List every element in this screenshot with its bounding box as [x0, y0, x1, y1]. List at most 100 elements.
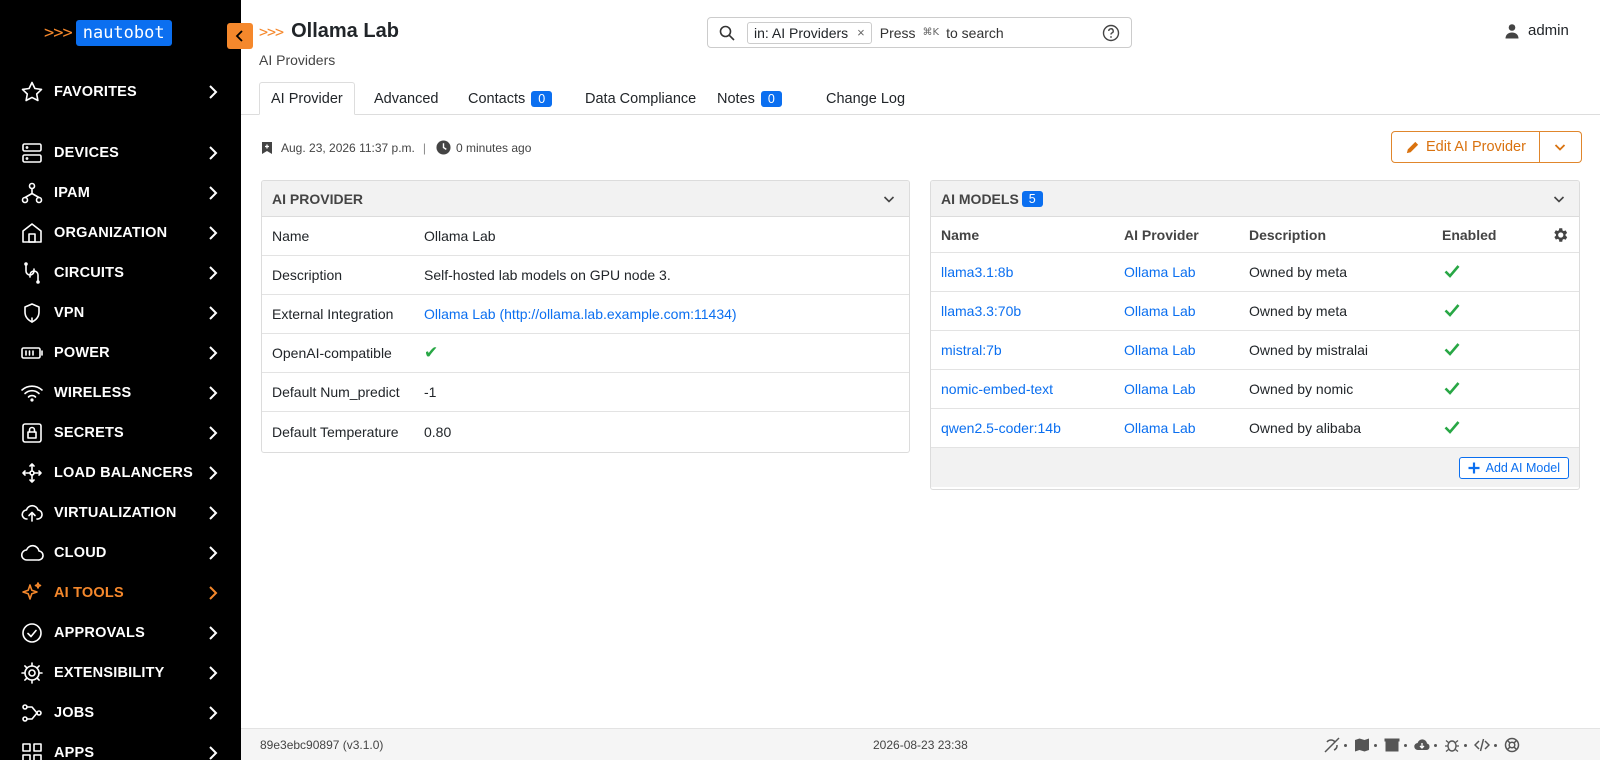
sidebar-item-vpn[interactable]: VPN: [0, 293, 241, 333]
column-header-name[interactable]: Name: [931, 227, 1124, 243]
tab-label: Advanced: [374, 90, 439, 107]
version-info[interactable]: 89e3ebc90897 (v3.1.0): [260, 738, 383, 752]
footer-dot: [1494, 744, 1497, 747]
sidebar-item-label: CIRCUITS: [54, 265, 125, 281]
model-provider-link[interactable]: Ollama Lab: [1124, 303, 1249, 319]
table-config-gear-icon[interactable]: [1551, 226, 1569, 244]
sidebar-item-load-balancers[interactable]: LOAD BALANCERS: [0, 453, 241, 493]
search-scope-chip[interactable]: in: AI Providers ×: [747, 21, 872, 44]
tab-change-log[interactable]: Change Log: [815, 82, 916, 115]
chevron-right-icon: [209, 426, 218, 440]
edit-dropdown-toggle[interactable]: [1539, 131, 1582, 163]
check-circle-icon: [22, 623, 42, 643]
sidebar-item-label: AI TOOLS: [54, 585, 124, 601]
edit-button-group: Edit AI Provider: [1391, 131, 1582, 163]
footer-dot: [1374, 744, 1377, 747]
search-shortcut: ⌘K: [922, 27, 940, 38]
edit-ai-provider-button[interactable]: Edit AI Provider: [1391, 131, 1540, 163]
model-name-link[interactable]: llama3.1:8b: [931, 264, 1124, 280]
nautobot-logo[interactable]: >>> nautobot: [44, 20, 172, 46]
sidebar-item-circuits[interactable]: CIRCUITS: [0, 253, 241, 293]
column-header-description[interactable]: Description: [1249, 227, 1442, 243]
model-provider-link[interactable]: Ollama Lab: [1124, 342, 1249, 358]
model-name-link[interactable]: mistral:7b: [931, 342, 1124, 358]
api-icon[interactable]: [1384, 737, 1400, 753]
detail-key: Description: [272, 267, 343, 283]
table-row: llama3.1:8b Ollama Lab Owned by meta: [931, 253, 1579, 292]
panel-footer: Add AI Model: [931, 448, 1579, 487]
chevron-down-icon[interactable]: [1553, 193, 1565, 205]
breadcrumb-ai-providers[interactable]: AI Providers: [259, 52, 335, 68]
detail-value: Ollama Lab: [424, 228, 496, 244]
tab-contacts[interactable]: Contacts 0: [457, 82, 563, 115]
model-provider-link[interactable]: Ollama Lab: [1124, 264, 1249, 280]
sidebar-item-label: EXTENSIBILITY: [54, 665, 165, 681]
column-header-provider[interactable]: AI Provider: [1124, 227, 1249, 243]
sidebar-item-jobs[interactable]: JOBS: [0, 693, 241, 733]
footer-dot: [1344, 744, 1347, 747]
search-bar[interactable]: in: AI Providers × Press ⌘K to search: [707, 17, 1132, 48]
bug-icon[interactable]: [1444, 737, 1460, 753]
add-ai-model-button[interactable]: Add AI Model: [1458, 457, 1569, 479]
model-description: Owned by meta: [1249, 303, 1348, 319]
sidebar-item-devices[interactable]: DEVICES: [0, 133, 241, 173]
circuit-icon: [24, 262, 40, 284]
model-name-link[interactable]: nomic-embed-text: [931, 381, 1124, 397]
tab-ai-provider[interactable]: AI Provider: [259, 82, 355, 115]
sidebar-item-cloud[interactable]: CLOUD: [0, 533, 241, 573]
sidebar-item-apps[interactable]: APPS: [0, 733, 241, 760]
page-title: Ollama Lab: [291, 20, 399, 42]
sidebar-item-label: IPAM: [54, 185, 90, 201]
sidebar-item-virtualization[interactable]: VIRTUALIZATION: [0, 493, 241, 533]
tab-bar: AI Provider Advanced Contacts 0 Data Comp…: [241, 82, 1600, 115]
sidebar-item-ipam[interactable]: IPAM: [0, 173, 241, 213]
theme-toggle-icon[interactable]: [1324, 737, 1340, 753]
sidebar-item-ai-tools[interactable]: AI TOOLS: [0, 573, 241, 613]
help-icon[interactable]: [1102, 24, 1120, 42]
sidebar-item-approvals[interactable]: APPROVALS: [0, 613, 241, 653]
models-count-badge: 5: [1021, 190, 1043, 207]
chevron-right-icon: [209, 346, 218, 360]
sidebar-item-power[interactable]: POWER: [0, 333, 241, 373]
panel-header[interactable]: AI MODELS 5: [931, 181, 1579, 217]
model-provider-link[interactable]: Ollama Lab: [1124, 420, 1249, 436]
building-icon: [22, 223, 42, 243]
sidebar-item-extensibility[interactable]: EXTENSIBILITY: [0, 653, 241, 693]
sidebar-item-organization[interactable]: ORGANIZATION: [0, 213, 241, 253]
table-header: Name AI Provider Description Enabled: [931, 217, 1579, 253]
model-description: Owned by mistralai: [1249, 342, 1369, 358]
model-name-link[interactable]: qwen2.5-coder:14b: [931, 420, 1124, 436]
breadcrumb[interactable]: AI Providers: [259, 52, 335, 68]
check-icon: ✔: [424, 343, 439, 363]
detail-key: Name: [272, 228, 310, 244]
panel-header[interactable]: AI PROVIDER: [262, 181, 909, 217]
wifi-icon: [21, 385, 43, 402]
tab-advanced[interactable]: Advanced: [363, 82, 450, 115]
help-lifebuoy-icon[interactable]: [1504, 737, 1520, 753]
tab-label: AI Provider: [271, 90, 343, 107]
detail-key: Default Temperature: [272, 423, 399, 440]
docs-icon[interactable]: [1354, 737, 1370, 753]
chip-close-icon[interactable]: ×: [857, 25, 865, 40]
model-name-link[interactable]: llama3.3:70b: [931, 303, 1124, 319]
sidebar-item-favorites[interactable]: FAVORITES: [0, 72, 241, 112]
tab-data-compliance[interactable]: Data Compliance: [574, 82, 707, 115]
tab-notes[interactable]: Notes 0: [706, 82, 793, 115]
code-icon[interactable]: [1474, 737, 1490, 753]
detail-value: -1: [424, 384, 437, 400]
cloud-download-icon[interactable]: [1414, 737, 1430, 753]
chevron-down-icon[interactable]: [883, 193, 895, 205]
sidebar-item-secrets[interactable]: SECRETS: [0, 413, 241, 453]
user-menu[interactable]: admin: [1504, 22, 1569, 39]
chevron-right-icon: [209, 146, 218, 160]
sidebar-collapse-button[interactable]: [227, 23, 253, 49]
sidebar-item-wireless[interactable]: WIRELESS: [0, 373, 241, 413]
chevron-right-icon: [209, 666, 218, 680]
enabled-check-icon: [1442, 381, 1522, 398]
external-integration-link[interactable]: Ollama Lab (http://ollama.lab.example.co…: [424, 306, 737, 322]
server-time: 2026-08-23 23:38: [873, 738, 968, 752]
model-provider-link[interactable]: Ollama Lab: [1124, 381, 1249, 397]
column-header-enabled[interactable]: Enabled: [1442, 227, 1522, 243]
apps-grid-icon: [22, 743, 42, 760]
logo-text: nautobot: [75, 20, 172, 46]
